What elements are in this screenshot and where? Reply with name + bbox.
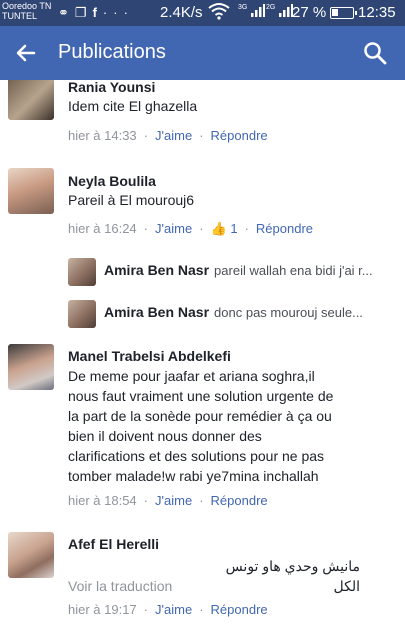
comment-author[interactable]: Manel Trabelsi Abdelkefi — [68, 348, 231, 364]
comment-time: hier à 16:24 — [68, 221, 137, 236]
reply-button[interactable]: Répondre — [211, 602, 268, 617]
status-bar: Ooredoo TN TUNTEL ⚭❐f··· 2.4K/s 3G 2G 27… — [0, 0, 405, 26]
facebook-icon: f — [92, 5, 103, 20]
network-speed: 2.4K/s — [160, 4, 203, 21]
comment-author[interactable]: Neyla Boulila — [68, 173, 156, 189]
clock: 12:35 — [358, 4, 396, 21]
signal-icon-1: 3G — [238, 4, 265, 20]
reply-author[interactable]: Amira Ben Nasr — [104, 304, 209, 320]
link-icon: ⚭ — [58, 5, 75, 20]
like-button[interactable]: J'aime — [155, 128, 192, 143]
comment-text: Pareil à El mourouj6 — [68, 192, 195, 208]
comment-text: De meme pour jaafar et ariana soghra,il … — [68, 368, 334, 484]
comment-meta: hier à 18:54 · J'aime · Répondre — [68, 493, 268, 508]
notification-icons: ⚭❐f··· — [58, 5, 134, 21]
comment-text: Idem cite El ghazella — [68, 98, 198, 114]
avatar[interactable] — [68, 258, 96, 286]
signal-icon-2: 2G — [266, 4, 293, 20]
reply-item[interactable]: Amira Ben Nasr pareil wallah ena bidi j'a… — [104, 262, 373, 278]
avatar[interactable] — [8, 168, 54, 214]
carrier-label: Ooredoo TN TUNTEL — [2, 1, 52, 21]
comment-meta: hier à 14:33 · J'aime · Répondre — [68, 128, 268, 143]
page-title: Publications — [58, 41, 166, 63]
reply-button[interactable]: Répondre — [211, 128, 268, 143]
reply-button[interactable]: Répondre — [211, 493, 268, 508]
like-button[interactable]: J'aime — [155, 493, 192, 508]
like-count[interactable]: 👍 1 — [211, 221, 238, 236]
comment-meta: hier à 19:17 · J'aime · Répondre — [68, 602, 268, 617]
thumbs-up-icon: 👍 — [210, 221, 227, 236]
avatar[interactable] — [8, 532, 54, 578]
reply-text: donc pas mourouj seule... — [214, 305, 363, 320]
comment-author[interactable]: Afef El Herelli — [68, 536, 159, 552]
comment-text: مانيش وحدي هاو تونس الكل — [225, 558, 360, 594]
comment-meta: hier à 16:24 · J'aime · 👍 1 · Répondre — [68, 221, 314, 236]
comments-list: Rania Younsi Idem cite El ghazella hier … — [0, 80, 405, 633]
comment-time: hier à 19:17 — [68, 602, 137, 617]
reply-item[interactable]: Amira Ben Nasr donc pas mourouj seule... — [104, 304, 363, 320]
translate-link[interactable]: Voir la traduction — [68, 578, 172, 594]
avatar[interactable] — [8, 80, 54, 120]
wifi-icon — [208, 2, 230, 23]
avatar[interactable] — [8, 344, 54, 390]
comment-time: hier à 14:33 — [68, 128, 137, 143]
avatar[interactable] — [68, 300, 96, 328]
app-bar: Publications — [0, 26, 405, 80]
more-icon: ··· — [102, 5, 134, 20]
copy-icon: ❐ — [74, 5, 93, 20]
reply-text: pareil wallah ena bidi j'ai r... — [214, 263, 373, 278]
like-button[interactable]: J'aime — [155, 221, 192, 236]
battery-icon — [330, 7, 357, 19]
reply-button[interactable]: Répondre — [256, 221, 313, 236]
search-icon[interactable] — [362, 40, 388, 66]
battery-percent: 27 % — [292, 4, 327, 21]
comment-author[interactable]: Rania Younsi — [68, 80, 155, 95]
comment-time: hier à 18:54 — [68, 493, 137, 508]
back-arrow-icon[interactable] — [14, 38, 40, 68]
reply-author[interactable]: Amira Ben Nasr — [104, 262, 209, 278]
like-button[interactable]: J'aime — [155, 602, 192, 617]
